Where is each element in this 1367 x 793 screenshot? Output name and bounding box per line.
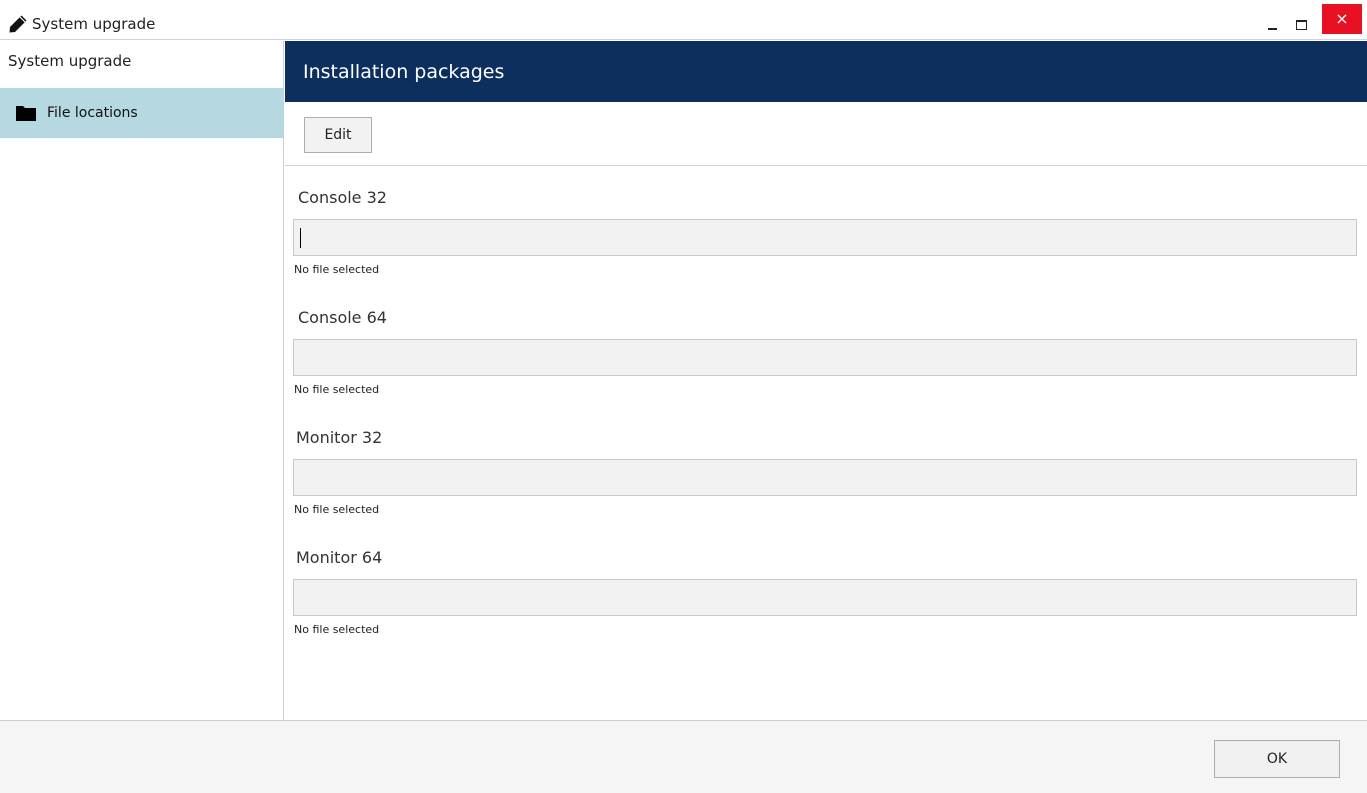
console-32-status: No file selected bbox=[294, 263, 380, 276]
title-bar: System upgrade × bbox=[0, 0, 1367, 40]
system-upgrade-window: System upgrade × System upgrade File loc… bbox=[0, 0, 1367, 793]
field-label-monitor-64: Monitor 64 bbox=[296, 548, 383, 567]
main-panel: Installation packages Edit Console 32 No… bbox=[285, 41, 1367, 720]
minimize-button[interactable] bbox=[1260, 6, 1286, 34]
sidebar-item-file-locations[interactable]: File locations bbox=[0, 88, 284, 138]
footer: OK bbox=[0, 720, 1367, 793]
folder-icon bbox=[16, 106, 36, 121]
monitor-32-input[interactable] bbox=[293, 459, 1357, 496]
monitor-32-status: No file selected bbox=[294, 503, 380, 516]
ok-button[interactable]: OK bbox=[1214, 740, 1340, 778]
close-button[interactable]: × bbox=[1322, 4, 1362, 34]
window-title: System upgrade bbox=[32, 15, 156, 33]
edit-button[interactable]: Edit bbox=[304, 117, 372, 153]
console-64-status: No file selected bbox=[294, 383, 380, 396]
sidebar-item-label: File locations bbox=[47, 105, 138, 121]
monitor-64-status: No file selected bbox=[294, 623, 380, 636]
panel-header: Installation packages bbox=[285, 41, 1367, 102]
pencil-icon bbox=[9, 15, 27, 33]
console-64-input[interactable] bbox=[293, 339, 1357, 376]
field-label-console-32: Console 32 bbox=[298, 188, 387, 207]
field-label-monitor-32: Monitor 32 bbox=[296, 428, 383, 447]
monitor-64-input[interactable] bbox=[293, 579, 1357, 616]
text-caret bbox=[300, 228, 301, 248]
field-label-console-64: Console 64 bbox=[298, 308, 387, 327]
panel-title: Installation packages bbox=[303, 61, 505, 83]
toolbar: Edit bbox=[285, 102, 1367, 166]
sidebar-title: System upgrade bbox=[8, 52, 132, 70]
maximize-button[interactable] bbox=[1288, 6, 1314, 34]
sidebar: System upgrade File locations bbox=[0, 41, 284, 720]
console-32-input[interactable] bbox=[293, 219, 1357, 256]
